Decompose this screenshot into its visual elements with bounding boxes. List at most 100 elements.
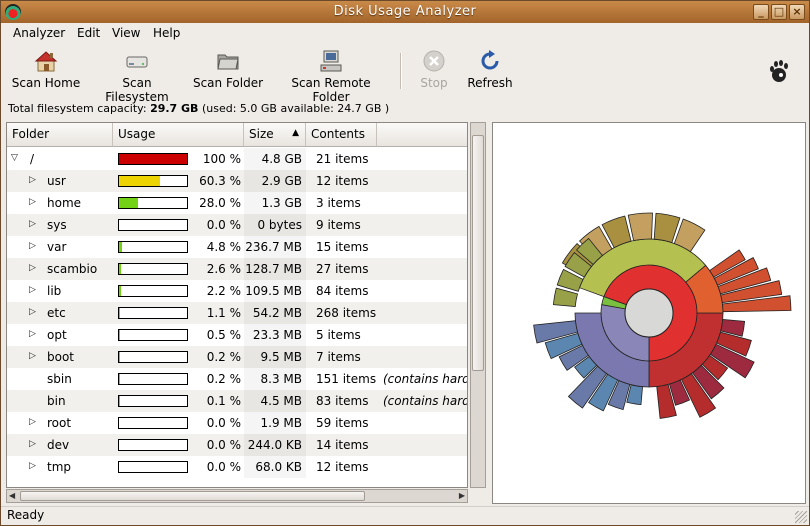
menu-help[interactable]: Help (153, 26, 180, 40)
usage-percent: 0.0 % (206, 460, 241, 474)
expander-closed-icon[interactable]: ▷ (29, 285, 39, 297)
expander-closed-icon[interactable]: ▷ (29, 263, 39, 275)
expander-closed-icon[interactable]: ▷ (29, 461, 39, 473)
expander-closed-icon[interactable]: ▷ (29, 175, 39, 187)
table-row[interactable]: ▷ lib 2.2 % 109.5 MB 84 items (7, 280, 467, 302)
refresh-button[interactable]: Refresh (463, 49, 517, 90)
usage-bar (118, 395, 188, 407)
scan-filesystem-button[interactable]: Scan Filesystem (89, 49, 185, 104)
folder-contents: 83 items (316, 394, 369, 408)
filesystem-capacity: Total filesystem capacity: 29.7 GB (used… (8, 102, 389, 115)
folder-contents: 151 items (316, 372, 377, 386)
ring-center[interactable] (624, 288, 674, 338)
scroll-left-icon[interactable]: ◀ (9, 491, 15, 500)
usage-bar (118, 373, 188, 385)
usage-bar (118, 175, 188, 187)
contents-header-label: Contents (311, 127, 365, 141)
usage-percent: 2.6 % (206, 262, 241, 276)
usage-percent: 0.0 % (206, 438, 241, 452)
stop-label: Stop (420, 76, 448, 90)
ring-segment-outer[interactable] (552, 287, 579, 307)
table-row[interactable]: ▽ / 100 % 4.8 GB 21 items (7, 148, 467, 170)
scan-home-button[interactable]: Scan Home (11, 49, 81, 90)
ring-chart-pane[interactable] (492, 122, 806, 504)
horizontal-scrollbar[interactable]: ◀ ▶ (6, 489, 468, 503)
capacity-total: 29.7 GB (150, 102, 199, 115)
vertical-scroll-thumb[interactable] (472, 135, 484, 371)
table-row[interactable]: ▷ etc 1.1 % 54.2 MB 268 items (7, 302, 467, 324)
title-bar[interactable]: Disk Usage Analyzer _ □ × (1, 1, 809, 23)
scroll-right-icon[interactable]: ▶ (459, 491, 465, 500)
table-row[interactable]: ▷ usr 60.3 % 2.9 GB 12 items (7, 170, 467, 192)
usage-bar (118, 461, 188, 473)
maximize-icon[interactable]: □ (771, 4, 787, 20)
column-header-usage[interactable]: Usage (113, 123, 244, 147)
toolbar-separator (400, 53, 402, 89)
table-row[interactable]: sbin 0.2 % 8.3 MB 151 items (contains hardl (7, 368, 467, 390)
table-row[interactable]: ▷ sys 0.0 % 0 bytes 9 items (7, 214, 467, 236)
column-header-folder[interactable]: Folder (7, 123, 113, 147)
scan-home-label: Scan Home (11, 76, 81, 90)
horizontal-scroll-thumb[interactable] (20, 491, 365, 501)
column-header-size[interactable]: Size ▲ (244, 123, 306, 147)
folder-contents: 27 items (316, 262, 369, 276)
scan-remote-button[interactable]: Scan Remote Folder (272, 49, 390, 104)
table-row[interactable]: ▷ dev 0.0 % 244.0 KB 14 items (7, 434, 467, 456)
folder-name: root (47, 416, 72, 430)
folder-contents: 14 items (316, 438, 369, 452)
folder-contents: 9 items (316, 218, 361, 232)
expander-closed-icon[interactable]: ▷ (29, 417, 39, 429)
close-icon[interactable]: × (789, 4, 805, 20)
expander-closed-icon[interactable]: ▷ (29, 219, 39, 231)
table-row[interactable]: ▷ var 4.8 % 236.7 MB 15 items (7, 236, 467, 258)
expander-closed-icon[interactable]: ▷ (29, 307, 39, 319)
ring-chart[interactable] (493, 123, 805, 503)
expander-open-icon[interactable]: ▽ (11, 153, 21, 165)
usage-bar-fill (119, 286, 121, 296)
minimize-icon[interactable]: _ (753, 4, 769, 20)
sort-ascending-icon: ▲ (292, 128, 299, 138)
usage-percent: 100 % (202, 152, 241, 166)
resize-grip[interactable] (795, 511, 807, 523)
usage-bar (118, 329, 188, 341)
table-row[interactable]: ▷ opt 0.5 % 23.3 MB 5 items (7, 324, 467, 346)
folder-contents: 3 items (316, 196, 361, 210)
folder-size: 236.7 MB (245, 240, 302, 254)
expander-closed-icon[interactable]: ▷ (29, 351, 39, 363)
scan-folder-button[interactable]: Scan Folder (192, 49, 264, 90)
menu-view[interactable]: View (112, 26, 140, 40)
usage-bar-fill (119, 176, 160, 186)
folder-size: 54.2 MB (252, 306, 302, 320)
menu-bar: Analyzer Edit View Help (1, 23, 809, 44)
usage-bar-fill (119, 154, 187, 164)
folder-tree[interactable]: Folder Usage Size ▲ Contents ▽ / 100 % 4.8 G… (6, 122, 468, 488)
column-header-contents[interactable]: Contents (306, 123, 377, 147)
table-row[interactable]: ▷ boot 0.2 % 9.5 MB 7 items (7, 346, 467, 368)
folder-name: bin (47, 394, 66, 408)
table-row[interactable]: ▷ root 0.0 % 1.9 MB 59 items (7, 412, 467, 434)
folder-name: scambio (47, 262, 98, 276)
usage-percent: 0.2 % (206, 372, 241, 386)
table-row[interactable]: bin 0.1 % 4.5 MB 83 items (contains hardl (7, 390, 467, 412)
expander-closed-icon[interactable]: ▷ (29, 329, 39, 341)
table-row[interactable]: ▷ scambio 2.6 % 128.7 MB 27 items (7, 258, 467, 280)
stop-button[interactable]: Stop (414, 49, 454, 90)
folder-size: 9.5 MB (260, 350, 302, 364)
menu-analyzer[interactable]: Analyzer (13, 26, 65, 40)
menu-edit[interactable]: Edit (77, 26, 100, 40)
ring-segment-outer[interactable] (627, 212, 653, 242)
folder-name: boot (47, 350, 75, 364)
table-row[interactable]: ▷ home 28.0 % 1.3 GB 3 items (7, 192, 467, 214)
expander-closed-icon[interactable]: ▷ (29, 241, 39, 253)
folder-contents: 21 items (316, 152, 369, 166)
usage-bar (118, 285, 188, 297)
window-title: Disk Usage Analyzer (333, 4, 477, 19)
expander-closed-icon[interactable]: ▷ (29, 439, 39, 451)
folder-name: etc (47, 306, 66, 320)
harddisk-icon (126, 56, 148, 68)
expander-closed-icon[interactable]: ▷ (29, 197, 39, 209)
folder-name: tmp (47, 460, 72, 474)
table-row[interactable]: ▷ tmp 0.0 % 68.0 KB 12 items (7, 456, 467, 478)
vertical-scrollbar[interactable] (470, 122, 486, 488)
usage-bar (118, 307, 188, 319)
